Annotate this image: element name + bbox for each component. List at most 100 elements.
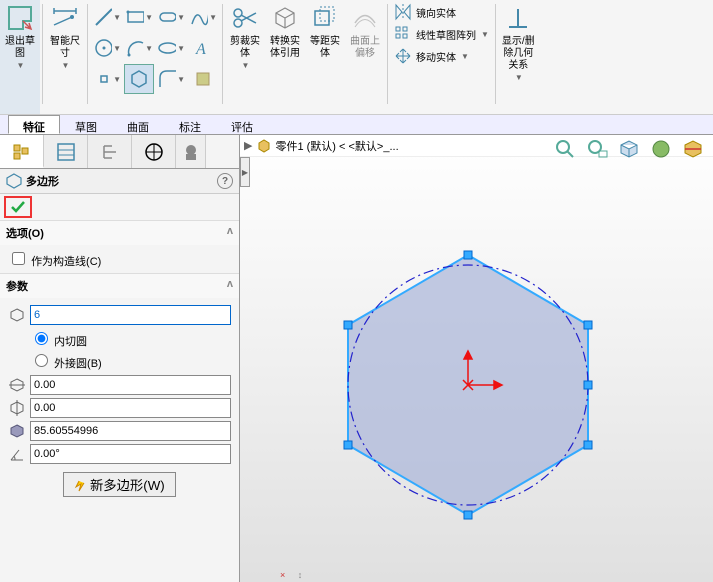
sides-input[interactable] bbox=[30, 305, 231, 325]
cy-icon bbox=[8, 399, 26, 417]
params-header[interactable]: 参数 ʌ bbox=[0, 273, 239, 298]
perpendicular-icon bbox=[502, 2, 534, 34]
relations-button[interactable]: 显示/删 除几何 关系 ▼ bbox=[498, 0, 539, 114]
flyout-handle[interactable]: ▶ bbox=[240, 157, 250, 187]
ok-button[interactable] bbox=[4, 196, 32, 218]
move-label: 移动实体 bbox=[416, 49, 456, 64]
polygon-icon bbox=[6, 173, 22, 189]
property-tab[interactable] bbox=[44, 135, 88, 168]
chevron-up-icon: ʌ bbox=[227, 225, 233, 241]
options-label: 选项(O) bbox=[6, 225, 44, 241]
diameter-input[interactable] bbox=[30, 421, 231, 441]
mirror-label: 镜向实体 bbox=[416, 5, 456, 20]
cube-icon bbox=[269, 2, 301, 34]
options-header[interactable]: 选项(O) ʌ bbox=[0, 220, 239, 245]
property-panel: 多边形 ? 选项(O) ʌ 作为构造线(C) 参数 ʌ 内切圆 外接圆(B) bbox=[0, 135, 240, 582]
polygon-tool[interactable] bbox=[124, 64, 154, 94]
sketch-shape-tools: ▼ ▼ ▼ ▼ ▼ ▼ ▼ A ▼ ▼ bbox=[90, 0, 220, 114]
graphics-area[interactable]: ▶ 零件1 (默认) < <默认>_... ▶ × ↕ bbox=[240, 135, 713, 582]
new-polygon-button[interactable]: 新多边形(W) bbox=[63, 472, 175, 497]
construction-checkbox[interactable] bbox=[12, 252, 25, 265]
circumscribed-radio-row[interactable]: 外接圆(B) bbox=[30, 351, 231, 371]
trim-label: 剪裁实 体 bbox=[230, 36, 260, 60]
feature-title: 多边形 bbox=[26, 173, 59, 189]
linear-pattern-button[interactable]: 线性草图阵列▼ bbox=[392, 24, 491, 44]
line-tool[interactable]: ▼ bbox=[92, 2, 122, 32]
dimension-icon bbox=[49, 2, 81, 34]
tab-evaluate[interactable]: 评估 bbox=[216, 115, 268, 134]
tab-feature[interactable]: 特征 bbox=[8, 115, 60, 134]
point-tool[interactable]: ▼ bbox=[92, 64, 122, 94]
construction-label: 作为构造线(C) bbox=[31, 256, 101, 268]
trim-button[interactable]: 剪裁实 体 ▼ bbox=[225, 0, 265, 114]
document-title: 零件1 (默认) < <默认>_... bbox=[275, 138, 398, 154]
slot-tool[interactable]: ▼ bbox=[156, 2, 186, 32]
center-x-input[interactable] bbox=[30, 375, 231, 395]
new-poly-label: 新多边形(W) bbox=[90, 478, 165, 493]
exit-sketch-icon bbox=[4, 2, 36, 34]
tab-sketch[interactable]: 草图 bbox=[60, 115, 112, 134]
offset-label: 等距实 体 bbox=[310, 36, 340, 60]
svg-text:A: A bbox=[195, 41, 206, 58]
diameter-icon bbox=[8, 422, 26, 440]
center-y-input[interactable] bbox=[30, 398, 231, 418]
inscribed-label: 内切圆 bbox=[54, 336, 87, 348]
dropdown-icon: ▼ bbox=[62, 60, 70, 72]
dropdown-icon: ▼ bbox=[515, 72, 523, 84]
ellipse-tool[interactable]: ▼ bbox=[156, 33, 186, 63]
offset-button[interactable]: 等距实 体 bbox=[305, 0, 345, 114]
feature-tree-tab[interactable] bbox=[0, 135, 44, 168]
chevron-up-icon: ʌ bbox=[227, 278, 233, 294]
scissors-icon bbox=[229, 2, 261, 34]
mirror-button[interactable]: 镜向实体 bbox=[392, 2, 491, 22]
spline-tool[interactable]: ▼ bbox=[188, 2, 218, 32]
config-tab[interactable] bbox=[88, 135, 132, 168]
inscribed-radio[interactable] bbox=[35, 332, 48, 345]
expand-tree-icon[interactable]: ▶ bbox=[244, 139, 252, 152]
text-tool[interactable]: A bbox=[188, 33, 218, 63]
exit-sketch-label: 退出草 图 bbox=[5, 36, 35, 60]
part-icon bbox=[256, 138, 272, 154]
exit-sketch-button[interactable]: 退出草 图 ▼ bbox=[0, 0, 40, 114]
angle-icon bbox=[8, 445, 26, 463]
convert-button[interactable]: 转换实 体引用 bbox=[265, 0, 305, 114]
fillet-tool[interactable]: ▼ bbox=[156, 64, 186, 94]
dropdown-icon: ▼ bbox=[242, 60, 250, 72]
view-orient-icon[interactable] bbox=[615, 135, 643, 163]
plane-tool[interactable] bbox=[188, 64, 218, 94]
circle-tool[interactable]: ▼ bbox=[92, 33, 122, 63]
surface-offset-button[interactable]: 曲面上 偏移 bbox=[345, 0, 385, 114]
display-style-icon[interactable] bbox=[647, 135, 675, 163]
sketch-polygon[interactable] bbox=[308, 225, 628, 525]
zoom-fit-icon[interactable] bbox=[551, 135, 579, 163]
move-button[interactable]: 移动实体▼ bbox=[392, 46, 491, 66]
arc-tool[interactable]: ▼ bbox=[124, 33, 154, 63]
pattern-label: 线性草图阵列 bbox=[416, 27, 476, 42]
smart-dim-label: 智能尺 寸 bbox=[50, 36, 80, 60]
inscribed-radio-row[interactable]: 内切圆 bbox=[30, 329, 231, 349]
rect-tool[interactable]: ▼ bbox=[124, 2, 154, 32]
dropdown-icon: ▼ bbox=[17, 60, 25, 72]
tab-annotate[interactable]: 标注 bbox=[164, 115, 216, 134]
command-tabs: 特征 草图 曲面 标注 评估 bbox=[0, 115, 713, 135]
section-icon[interactable] bbox=[679, 135, 707, 163]
surface-icon bbox=[349, 2, 381, 34]
construction-checkbox-row[interactable]: 作为构造线(C) bbox=[8, 256, 101, 268]
params-label: 参数 bbox=[6, 278, 28, 294]
convert-label: 转换实 体引用 bbox=[270, 36, 300, 60]
circumscribed-label: 外接圆(B) bbox=[54, 358, 102, 370]
zoom-area-icon[interactable] bbox=[583, 135, 611, 163]
dim-tab[interactable] bbox=[132, 135, 176, 168]
status-marker: × ↕ bbox=[280, 570, 302, 580]
help-icon[interactable]: ? bbox=[217, 173, 233, 189]
extra-tab[interactable] bbox=[176, 135, 206, 168]
tab-surface[interactable]: 曲面 bbox=[112, 115, 164, 134]
surface-label: 曲面上 偏移 bbox=[350, 36, 380, 60]
angle-input[interactable] bbox=[30, 444, 231, 464]
cx-icon bbox=[8, 376, 26, 394]
circumscribed-radio[interactable] bbox=[35, 354, 48, 367]
offset-icon bbox=[309, 2, 341, 34]
relations-label: 显示/删 除几何 关系 bbox=[502, 36, 535, 72]
sides-icon bbox=[8, 306, 26, 324]
smart-dimension-button[interactable]: 智能尺 寸 ▼ bbox=[45, 0, 85, 114]
